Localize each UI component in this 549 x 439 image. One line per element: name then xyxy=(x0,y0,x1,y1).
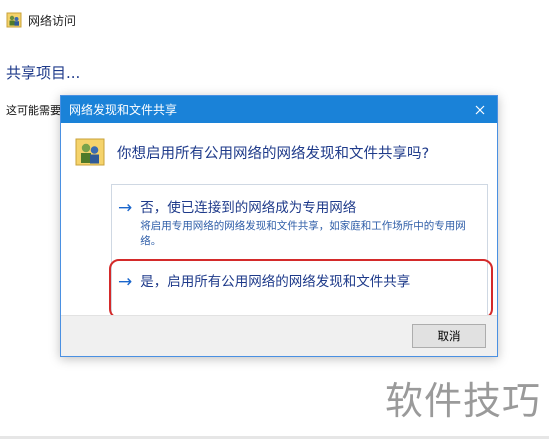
window-title: 网络访问 xyxy=(28,13,77,28)
options-panel: → 否，使已连接到的网络成为专用网络 将启用专用网络的网络发现和文件共享，如家庭… xyxy=(111,184,488,321)
dialog-title-bar: 网络发现和文件共享 xyxy=(61,96,497,123)
option-description: 将启用专用网络的网络发现和文件共享，如家庭和工作场所中的专用网络。 xyxy=(140,220,466,247)
network-users-icon xyxy=(75,138,105,166)
close-icon xyxy=(475,105,485,114)
option-make-private-network[interactable]: → 否，使已连接到的网络成为专用网络 将启用专用网络的网络发现和文件共享，如家庭… xyxy=(118,199,481,249)
window-title-bar: 网络访问 xyxy=(6,10,76,30)
dialog-footer: 取消 xyxy=(61,315,497,356)
option-label: 否，使已连接到的网络成为专用网络 xyxy=(140,200,357,216)
arrow-right-icon: → xyxy=(118,198,133,218)
option-enable-public-sharing[interactable]: → 是，启用所有公用网络的网络发现和文件共享 xyxy=(118,273,481,291)
arrow-right-icon: → xyxy=(118,272,133,292)
dialog-question: 你想启用所有公用网络的网络发现和文件共享吗? xyxy=(75,134,483,170)
question-text: 你想启用所有公用网络的网络发现和文件共享吗? xyxy=(117,145,430,162)
watermark: 软件技巧 xyxy=(384,379,541,423)
network-discovery-dialog: 网络发现和文件共享 你想启用所有公用网络的网络发现和文件共享吗? → 否，使已连… xyxy=(60,95,498,357)
page-heading: 共享项目... xyxy=(6,64,81,82)
close-button[interactable] xyxy=(471,101,489,119)
page-description: 这可能需要 xyxy=(6,104,61,117)
cancel-button[interactable]: 取消 xyxy=(412,324,486,348)
network-users-icon xyxy=(6,12,22,28)
dialog-title: 网络发现和文件共享 xyxy=(69,103,178,117)
option-label: 是，启用所有公用网络的网络发现和文件共享 xyxy=(140,274,411,290)
